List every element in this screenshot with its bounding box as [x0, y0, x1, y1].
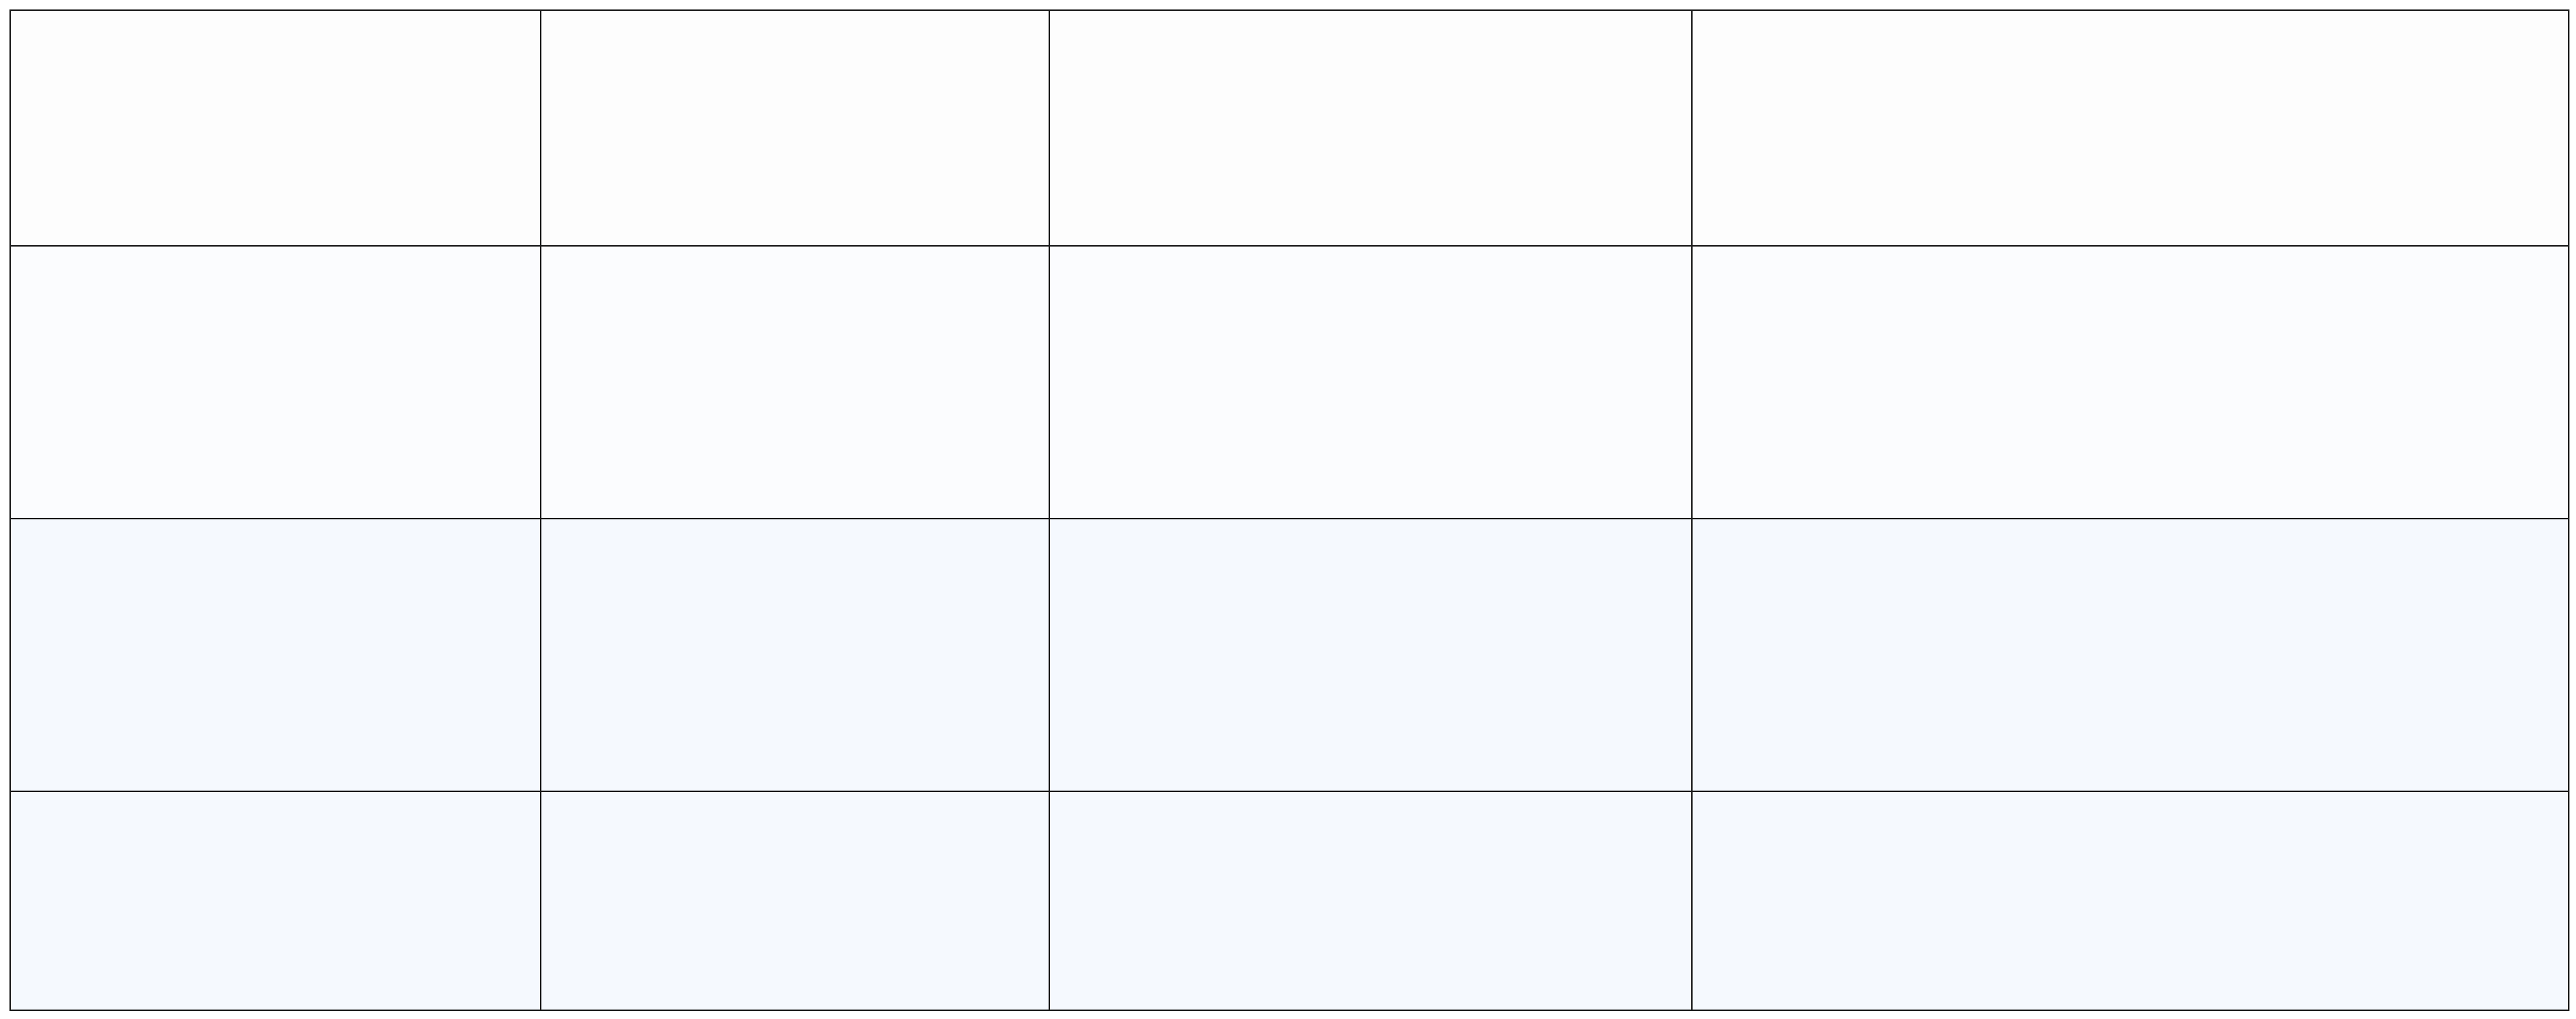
table-cell [9, 518, 541, 792]
table-cell [540, 518, 1050, 792]
table-row [9, 791, 2569, 1011]
table-cell [1691, 245, 2569, 519]
table-row [9, 518, 2569, 792]
table-cell [1049, 518, 1693, 792]
table-cell [540, 791, 1050, 1011]
table-cell [540, 245, 1050, 519]
table-cell [1691, 518, 2569, 792]
table-cell [1049, 9, 1693, 247]
table-cell [1049, 245, 1693, 519]
table-cell [1691, 9, 2569, 247]
table-cell [9, 791, 541, 1011]
table-cell [1049, 791, 1693, 1011]
table-row [9, 9, 2569, 247]
table-cell [9, 9, 541, 247]
table-cell [540, 9, 1050, 247]
table-cell [1691, 791, 2569, 1011]
empty-grid-table [9, 9, 2569, 1011]
table-row [9, 245, 2569, 519]
table-cell [9, 245, 541, 519]
